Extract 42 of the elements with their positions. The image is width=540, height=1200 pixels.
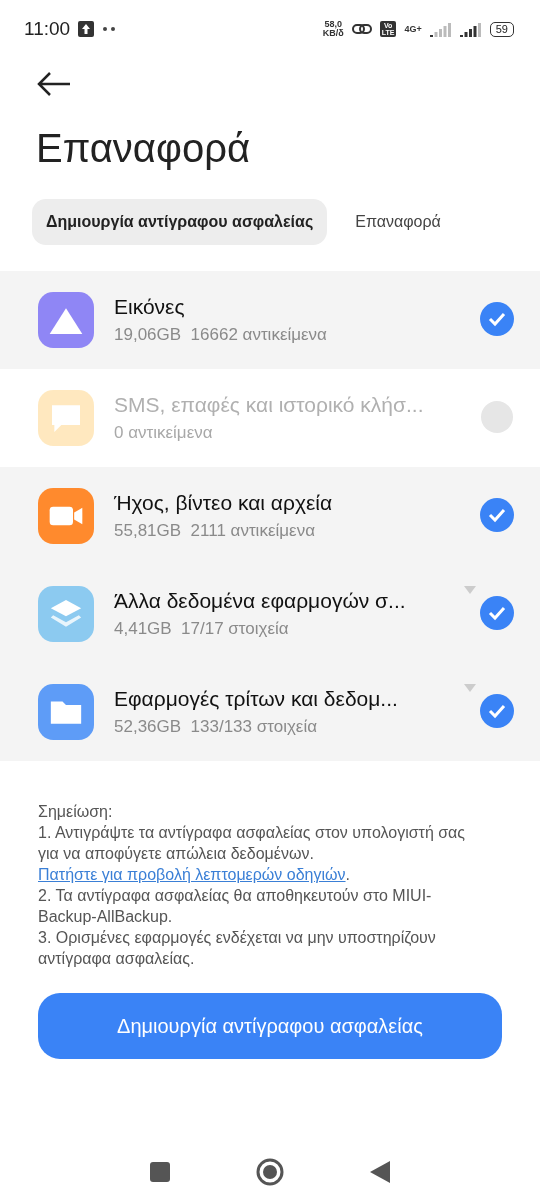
clock-time: 11:00 [24,18,71,40]
checkbox[interactable] [480,596,514,630]
more-dots-icon [102,26,117,32]
checkbox[interactable] [480,694,514,728]
item-details: 0 αντικείμενα [114,423,214,443]
item-title: Άλλα δεδομένα εφαρμογών σ... [114,589,407,613]
network-speed: 58,0 KB/δ [322,20,344,38]
back-arrow-icon[interactable] [36,70,72,98]
signal-icon [459,21,482,37]
tab[interactable]: Δημιουργία αντίγραφου ασφαλείας [32,199,328,245]
page-title: Επαναφορά [36,126,252,171]
backup-item-row[interactable]: Εικόνες 19,06GB 16662 αντικείμενα [0,271,540,369]
folder-icon [38,684,94,740]
instructions-link[interactable]: Πατήστε για προβολή λεπτομερών οδηγιών [38,866,346,883]
tab[interactable]: Επαναφορά [341,199,455,245]
chat-bubble-icon [38,390,94,446]
item-details: 4,41GB 17/17 στοιχεία [114,619,290,639]
mountain-icon [38,292,94,348]
note-text: Σημείωση: 1. Αντιγράψτε τα αντίγραφα ασφαλείας στον υπολογιστή σας για να αποφύγετε απώλεια δεδομένων. Πατήστε για προβολή λεπτομερών οδηγιών. 2. Τα αντίγραφα ασφαλείας θα αποθηκευτούν στο MIUI-Backup-AllBackup. 3. Ορισμένες εφαρμογές ενδέχεται να μην υποστηρίζουν αντίγραφα ασφαλείας. [38,802,467,969]
upload-icon [78,21,95,37]
signal-icon [429,21,452,37]
checkbox[interactable] [480,498,514,532]
backup-item-row[interactable]: Ήχος, βίντεο και αρχεία 55,81GB 2111 αντικείμενα [0,467,540,565]
home-circle-icon[interactable] [256,1158,284,1186]
backup-item-row[interactable]: Εφαρμογές τρίτων και δεδομ... 52,36GB 133/133 στοιχεία [0,663,540,761]
recents-square-icon[interactable] [150,1162,170,1182]
back-triangle-icon[interactable] [370,1161,390,1183]
item-title: SMS, επαφές και ιστορικό κλήσ... [114,393,425,417]
link-icon [351,22,372,36]
item-title: Ήχος, βίντεο και αρχεία [114,491,334,515]
backup-item-row[interactable]: Άλλα δεδομένα εφαρμογών σ... 4,41GB 17/17 στοιχεία [0,565,540,663]
video-camera-icon [38,488,94,544]
item-details: 55,81GB 2111 αντικείμενα [114,521,316,541]
layers-icon [38,586,94,642]
battery-level: 59 [489,21,514,37]
item-title: Εικόνες [114,295,186,319]
network-type: 4G+ [404,24,422,34]
item-details: 52,36GB 133/133 στοιχεία [114,717,319,737]
item-title: Εφαρμογές τρίτων και δεδομ... [114,687,399,711]
create-backup-button[interactable]: Δημιουργία αντίγραφου ασφαλείας [38,993,502,1059]
item-details: 19,06GB 16662 αντικείμενα [114,325,328,345]
checkbox[interactable] [480,302,514,336]
